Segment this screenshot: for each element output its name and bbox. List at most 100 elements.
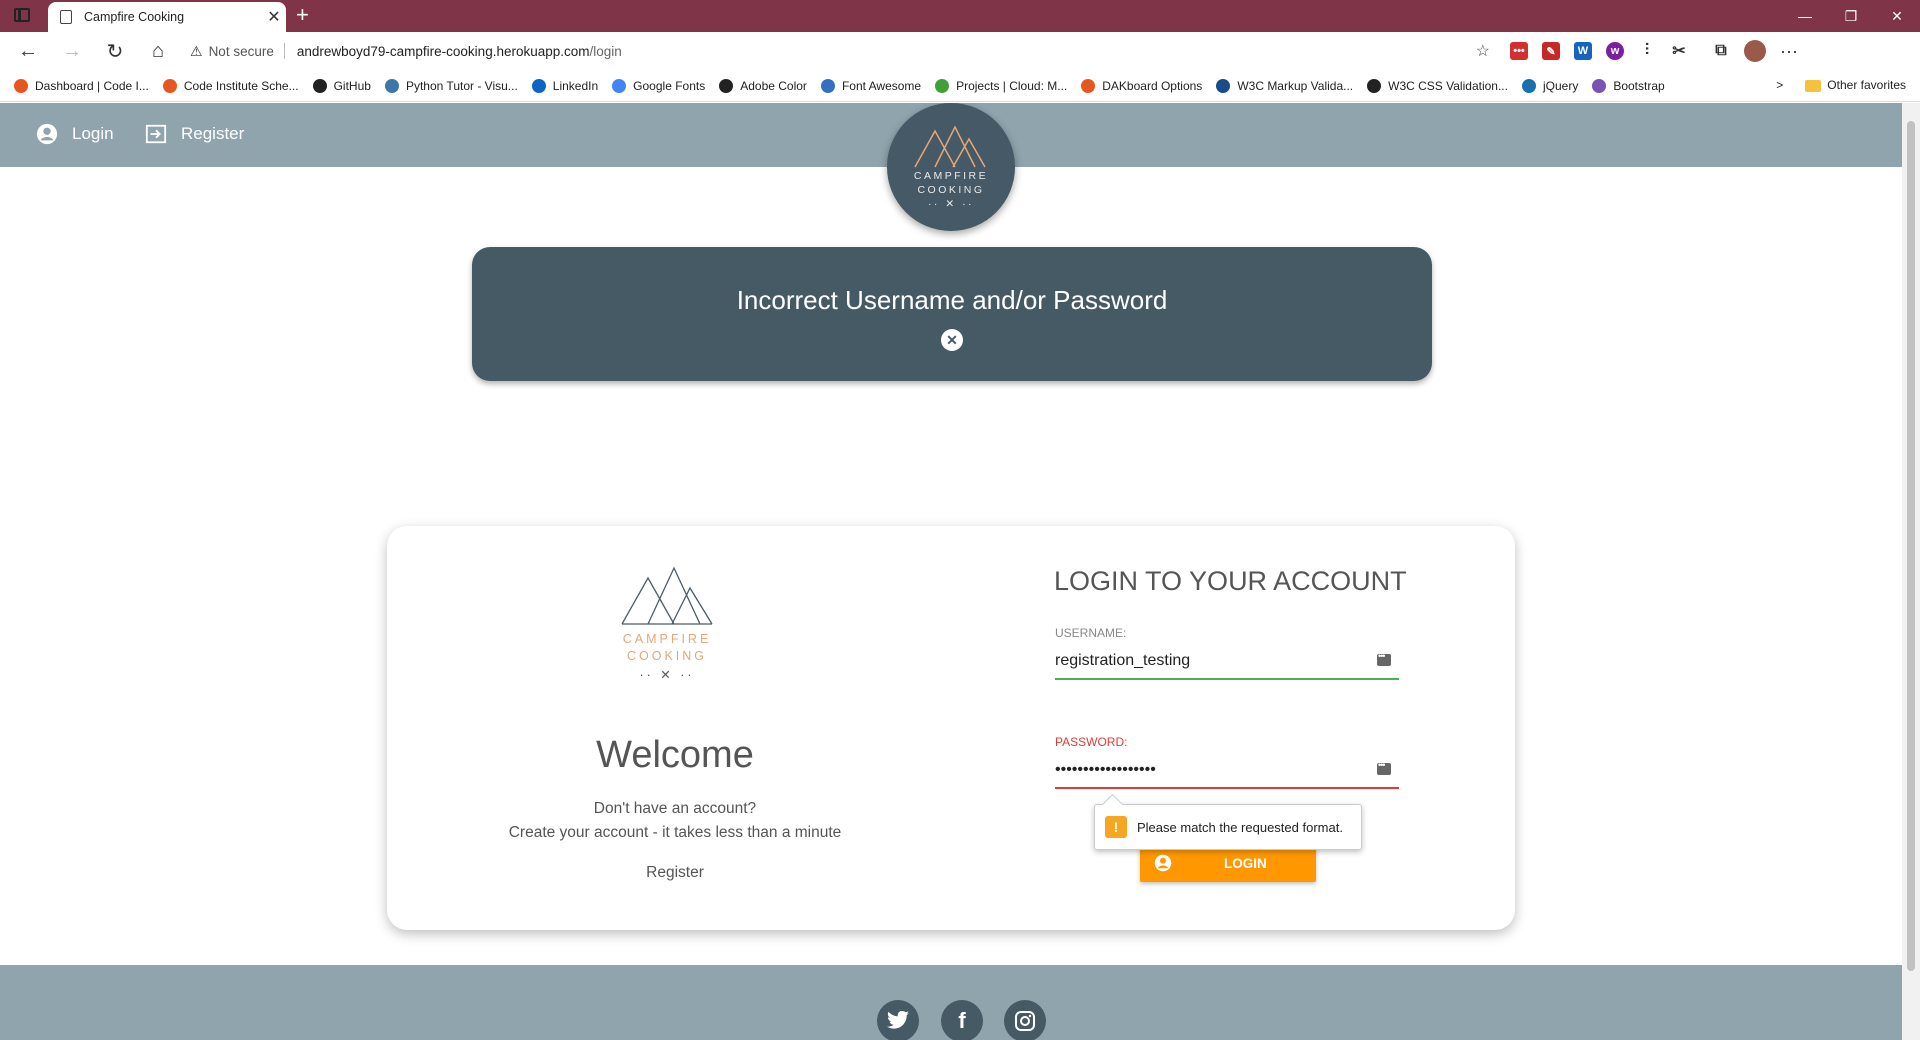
nav-register[interactable]: Register bbox=[145, 123, 244, 145]
page-icon bbox=[60, 10, 72, 24]
bookmark[interactable]: Python Tutor - Visu... bbox=[384, 78, 518, 93]
bookmark-icon bbox=[1521, 78, 1536, 93]
logo-crossed-icon: ·· ✕ ·· bbox=[927, 198, 975, 210]
bookmark-label: Adobe Color bbox=[740, 78, 807, 93]
favorite-star-icon[interactable]: ☆ bbox=[1476, 41, 1490, 61]
user-circle-icon bbox=[36, 123, 58, 145]
bookmark-icon bbox=[719, 78, 734, 93]
tab-title: Campfire Cooking bbox=[84, 10, 185, 24]
restore-icon[interactable]: ❐ bbox=[1828, 0, 1874, 32]
bookmark-label: Projects | Cloud: M... bbox=[956, 78, 1068, 93]
extensions: ••• ✎ W w ⫶ ✂ ⧉ ··· bbox=[1510, 40, 1798, 62]
extension-web-icon[interactable]: w bbox=[1606, 42, 1624, 60]
card-logo-cooking: COOKING bbox=[626, 649, 708, 663]
extension-sliders-icon[interactable]: ⫶ bbox=[1638, 42, 1656, 60]
bookmark-label: W3C CSS Validation... bbox=[1388, 78, 1508, 93]
browser-tab[interactable]: Campfire Cooking ✕ bbox=[48, 2, 286, 32]
password-manager-icon[interactable] bbox=[1377, 651, 1391, 666]
logo-text-campfire: CAMPFIRE bbox=[913, 170, 989, 182]
bookmark[interactable]: LinkedIn bbox=[531, 78, 598, 93]
bookmark-icon bbox=[1216, 78, 1231, 93]
no-account-text: Don't have an account? bbox=[593, 800, 757, 817]
username-field[interactable]: registration_testing bbox=[1055, 644, 1399, 680]
url-host: andrewboyd79-campfire-cooking.herokuapp.… bbox=[296, 43, 590, 59]
bookmark[interactable]: Font Awesome bbox=[820, 78, 921, 93]
extension-pdf-icon[interactable]: ✎ bbox=[1542, 42, 1560, 60]
bookmark[interactable]: Projects | Cloud: M... bbox=[935, 78, 1068, 93]
instagram-camera-icon bbox=[1015, 1011, 1035, 1031]
bookmark[interactable]: W3C CSS Validation... bbox=[1367, 78, 1508, 93]
window-controls: — ❐ ✕ bbox=[1782, 0, 1920, 32]
forward-arrow-icon[interactable]: → bbox=[58, 38, 86, 64]
password-field[interactable]: •••••••••••••••••• bbox=[1055, 753, 1399, 789]
close-tab-icon[interactable]: ✕ bbox=[262, 7, 286, 27]
bookmark[interactable]: W3C Markup Valida... bbox=[1216, 78, 1354, 93]
nav-login[interactable]: Login bbox=[36, 123, 114, 145]
bookmark-label: W3C Markup Valida... bbox=[1237, 78, 1354, 93]
dismiss-icon[interactable]: ✕ bbox=[941, 329, 963, 351]
bookmark[interactable]: Dashboard | Code I... bbox=[14, 78, 149, 93]
bookmark-icon bbox=[162, 78, 177, 93]
security-status: Not secure bbox=[208, 43, 274, 59]
logo-text-cooking: COOKING bbox=[917, 184, 985, 196]
mountains-icon bbox=[621, 566, 713, 625]
login-card: CAMPFIRE COOKING ·· ✕ ·· Welcome Don't h… bbox=[387, 526, 1515, 930]
scrollbar-thumb[interactable] bbox=[1907, 121, 1915, 971]
bookmarks-bar: Dashboard | Code I... Code Institute Sch… bbox=[0, 70, 1920, 102]
bookmark-icon bbox=[1367, 78, 1382, 93]
more-menu-icon[interactable]: ··· bbox=[1780, 41, 1798, 62]
address-bar[interactable]: ⚠ Not secure andrewboyd79-campfire-cooki… bbox=[190, 36, 1490, 66]
bookmark[interactable]: Adobe Color bbox=[719, 78, 807, 93]
profile-avatar[interactable] bbox=[1744, 40, 1766, 62]
bookmark[interactable]: DAKboard Options bbox=[1081, 78, 1202, 93]
site-logo[interactable]: CAMPFIRE COOKING ·· ✕ ·· bbox=[887, 103, 1015, 231]
warning-icon: ⚠ bbox=[190, 42, 203, 59]
tab-actions-icon[interactable] bbox=[14, 8, 30, 22]
sign-in-icon bbox=[145, 124, 167, 144]
close-window-icon[interactable]: ✕ bbox=[1874, 0, 1920, 32]
bookmark-icon bbox=[1592, 78, 1607, 93]
bookmark-icon bbox=[820, 78, 835, 93]
minimize-icon[interactable]: — bbox=[1782, 0, 1828, 32]
register-link[interactable]: Register bbox=[387, 864, 963, 882]
bookmark-icon bbox=[384, 78, 399, 93]
username-value: registration_testing bbox=[1055, 652, 1191, 669]
page: Login Register CAMPFIRE COOKING ·· ✕ ·· … bbox=[0, 103, 1902, 1040]
welcome-heading: Welcome bbox=[596, 734, 754, 776]
bookmark-icon bbox=[531, 78, 546, 93]
extension-word-icon[interactable]: W bbox=[1574, 42, 1592, 60]
page-scrollbar[interactable] bbox=[1902, 103, 1920, 1040]
bookmark-icon bbox=[935, 78, 950, 93]
bookmark[interactable]: GitHub bbox=[312, 78, 371, 93]
bookmark[interactable]: Code Institute Sche... bbox=[162, 78, 299, 93]
instagram-icon[interactable] bbox=[1004, 1000, 1046, 1040]
password-manager-icon[interactable] bbox=[1377, 760, 1391, 775]
logo-crossed-icon: ·· ✕ ·· bbox=[639, 668, 695, 682]
bookmark-icon bbox=[1081, 78, 1096, 93]
password-label: PASSWORD: bbox=[1055, 735, 1128, 749]
warning-icon: ! bbox=[1105, 816, 1127, 838]
back-arrow-icon[interactable]: ← bbox=[14, 38, 42, 64]
browser-tab-bar: Campfire Cooking ✕ + — ❐ ✕ bbox=[0, 0, 1920, 32]
folder-icon bbox=[1805, 79, 1822, 92]
bookmark[interactable]: Bootstrap bbox=[1592, 78, 1665, 93]
other-favorites[interactable]: Other favorites bbox=[1805, 78, 1906, 92]
bookmark-label: Google Fonts bbox=[633, 78, 706, 93]
chevron-right-icon[interactable]: > bbox=[1776, 78, 1783, 92]
extension-lastpass-icon[interactable]: ••• bbox=[1510, 42, 1528, 60]
facebook-icon[interactable]: f bbox=[941, 1000, 983, 1040]
bookmark[interactable]: jQuery bbox=[1521, 78, 1579, 93]
browser-toolbar: ← → ↻ ⌂ ⚠ Not secure andrewboyd79-campfi… bbox=[0, 32, 1920, 70]
username-label: USERNAME: bbox=[1055, 626, 1127, 640]
extension-cut-icon[interactable]: ✂ bbox=[1670, 42, 1688, 60]
home-icon[interactable]: ⌂ bbox=[144, 38, 172, 64]
reload-icon[interactable]: ↻ bbox=[101, 38, 129, 64]
create-account-text: Create your account - it takes less than… bbox=[508, 824, 842, 841]
twitter-icon[interactable] bbox=[877, 1000, 919, 1040]
collections-icon[interactable]: ⧉ bbox=[1712, 42, 1730, 60]
new-tab-button[interactable]: + bbox=[296, 2, 309, 28]
bookmark[interactable]: Google Fonts bbox=[612, 78, 706, 93]
bookmark-icon bbox=[312, 78, 327, 93]
bookmark-label: jQuery bbox=[1542, 78, 1579, 93]
twitter-bird-icon bbox=[887, 1011, 909, 1029]
